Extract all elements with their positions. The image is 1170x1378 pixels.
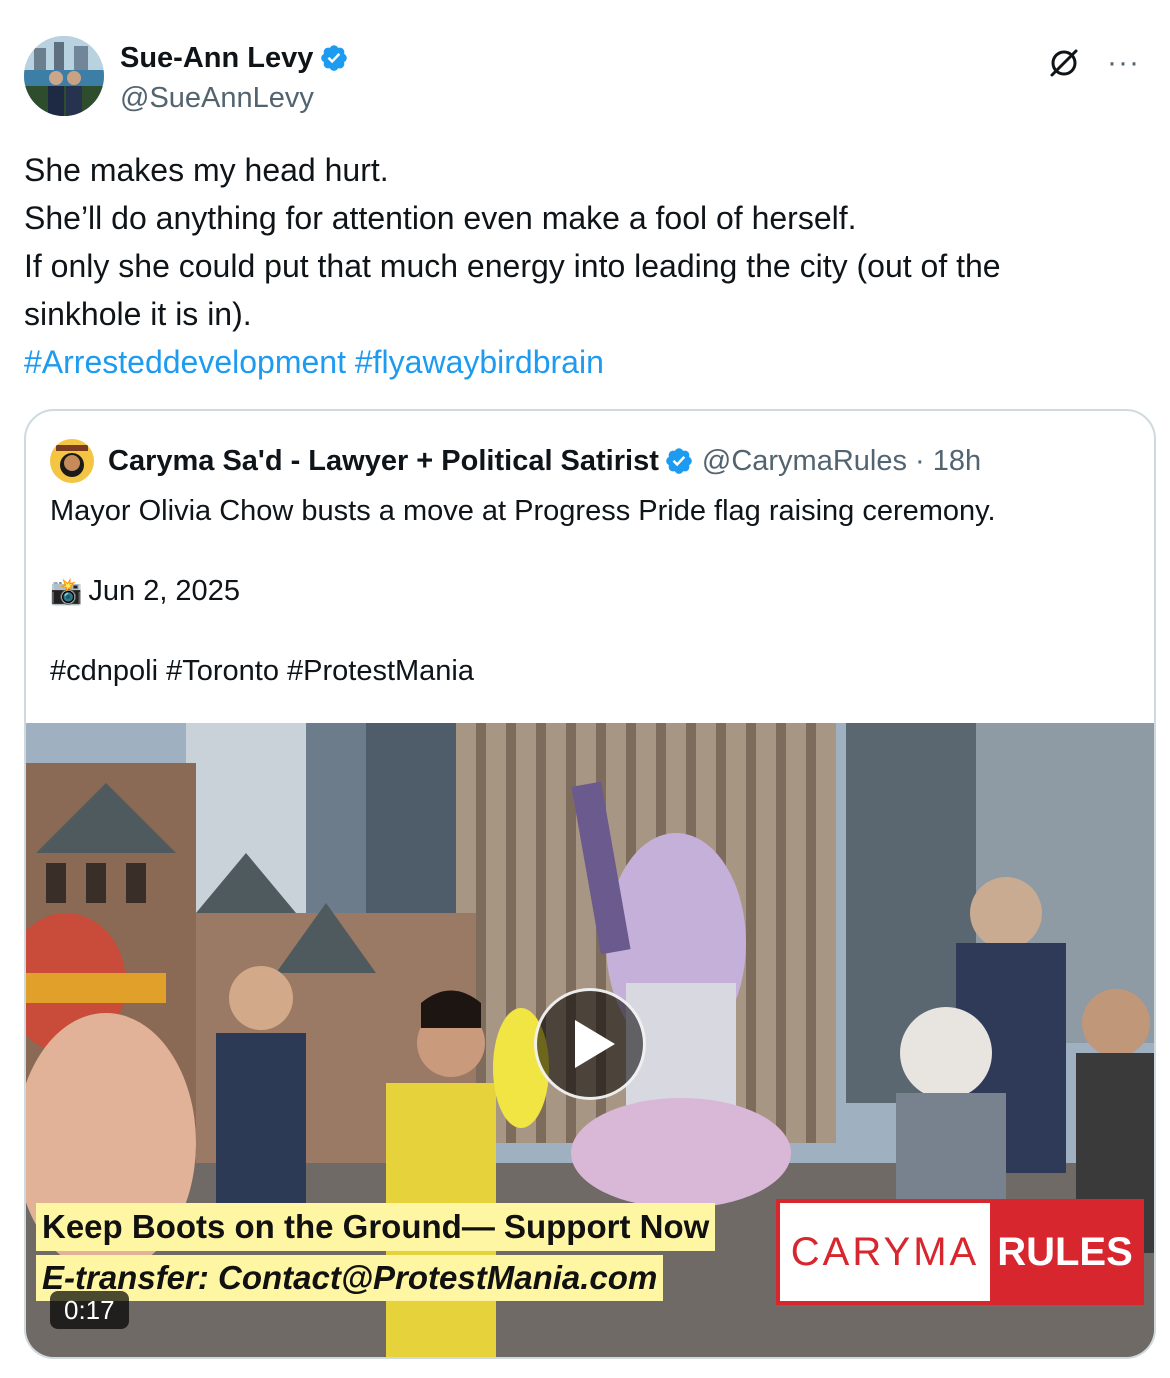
quoted-author-handle[interactable]: @CarymaRules: [702, 445, 907, 478]
more-options-icon[interactable]: ···: [1107, 46, 1140, 80]
caryma-rules-logo: CARYMA RULES: [776, 1199, 1144, 1305]
tweet-line: She’ll do anything for attention even ma…: [24, 200, 857, 236]
tweet-line: sinkhole it is in).: [24, 296, 252, 332]
author-avatar[interactable]: [24, 36, 104, 116]
video-duration: 0:17: [50, 1291, 129, 1329]
grok-icon[interactable]: [1047, 46, 1081, 80]
quoted-hashtags: #cdnpoli #Toronto #ProtestMania: [50, 655, 474, 687]
author-display-name[interactable]: Sue-Ann Levy: [120, 42, 313, 75]
quoted-text: Mayor Olivia Chow busts a move at Progre…: [50, 495, 996, 527]
tweet-hashtags: #Arresteddevelopment #flyawaybirdbrain: [24, 338, 1144, 386]
brand-right-text: RULES: [990, 1203, 1140, 1301]
author-handle[interactable]: @SueAnnLevy: [120, 82, 349, 115]
play-icon: [575, 1020, 615, 1068]
verified-badge-icon: [666, 448, 692, 474]
quoted-tweet-header: Caryma Sa'd - Lawyer + Political Satiris…: [50, 439, 981, 483]
quoted-date: Jun 2, 2025: [88, 575, 240, 607]
quoted-author-avatar[interactable]: [50, 439, 94, 483]
quoted-date-line: 📸 Jun 2, 2025: [50, 571, 1130, 611]
play-button[interactable]: [534, 988, 646, 1100]
quoted-author-display-name[interactable]: Caryma Sa'd - Lawyer + Political Satiris…: [108, 445, 659, 478]
tweet-line: She makes my head hurt.: [24, 152, 389, 188]
verified-badge-icon: [321, 45, 348, 71]
quoted-tweet-body: Mayor Olivia Chow busts a move at Progre…: [50, 491, 1130, 691]
separator-dot: ·: [915, 444, 925, 477]
tweet-text: She makes my head hurt. She’ll do anythi…: [24, 146, 1144, 386]
quoted-tweet[interactable]: Caryma Sa'd - Lawyer + Political Satiris…: [24, 409, 1156, 1359]
video-caption-line1: Keep Boots on the Ground— Support Now: [36, 1203, 716, 1251]
quoted-timestamp[interactable]: 18h: [933, 445, 981, 478]
hashtag-link[interactable]: #Arresteddevelopment: [24, 344, 346, 380]
hashtag-link[interactable]: #flyawaybirdbrain: [355, 344, 604, 380]
video-caption-line2: E-transfer: Contact@ProtestMania.com: [36, 1255, 664, 1301]
tweet-line: If only she could put that much energy i…: [24, 248, 1001, 284]
video-player[interactable]: Keep Boots on the Ground— Support Now E-…: [26, 723, 1154, 1357]
camera-icon: 📸: [50, 576, 83, 606]
tweet-header: Sue-Ann Levy @SueAnnLevy ···: [24, 36, 1146, 118]
brand-left-text: CARYMA: [790, 1229, 980, 1274]
